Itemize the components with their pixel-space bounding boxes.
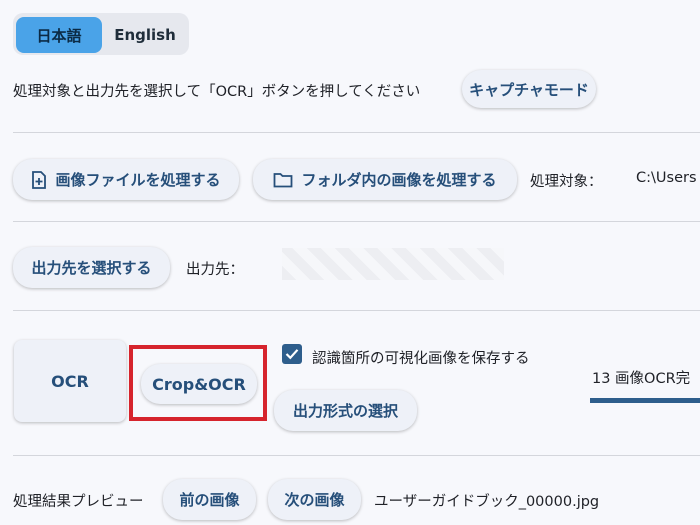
divider	[13, 455, 700, 456]
check-icon	[285, 349, 299, 360]
select-output-button[interactable]: 出力先を選択する	[13, 247, 170, 288]
current-filename: ユーザーガイドブック_00000.jpg	[374, 494, 600, 510]
select-format-button[interactable]: 出力形式の選択	[274, 390, 417, 431]
process-image-file-button[interactable]: 画像ファイルを処理する	[13, 159, 239, 200]
crop-ocr-button[interactable]: Crop&OCR	[141, 364, 257, 404]
process-image-file-label: 画像ファイルを処理する	[55, 171, 221, 189]
output-path-redacted	[282, 248, 504, 280]
progress-bar	[590, 398, 700, 403]
output-label: 出力先：	[186, 262, 244, 278]
divider	[13, 221, 700, 222]
divider	[13, 132, 700, 133]
target-label: 処理対象：	[530, 174, 603, 190]
lang-english-button[interactable]: English	[104, 17, 186, 53]
save-visualization-label: 認識箇所の可視化画像を保存する	[312, 351, 530, 367]
folder-icon	[274, 172, 293, 187]
divider	[13, 310, 700, 311]
process-folder-button[interactable]: フォルダ内の画像を処理する	[253, 159, 517, 200]
ocr-button[interactable]: OCR	[14, 340, 126, 422]
lang-japanese-button[interactable]: 日本語	[16, 17, 102, 53]
status-text: 13 画像OCR完	[592, 371, 691, 387]
process-folder-label: フォルダ内の画像を処理する	[301, 171, 497, 189]
preview-label: 処理結果プレビュー	[13, 494, 144, 510]
prev-image-button[interactable]: 前の画像	[163, 479, 256, 520]
target-path: C:\Users	[636, 170, 697, 186]
save-visualization-checkbox[interactable]	[282, 344, 302, 364]
instruction-text: 処理対象と出力先を選択して「OCR」ボタンを押してください	[13, 84, 421, 100]
file-add-icon	[32, 170, 47, 189]
next-image-button[interactable]: 次の画像	[268, 479, 361, 520]
capture-mode-button[interactable]: キャプチャモード	[462, 70, 596, 108]
